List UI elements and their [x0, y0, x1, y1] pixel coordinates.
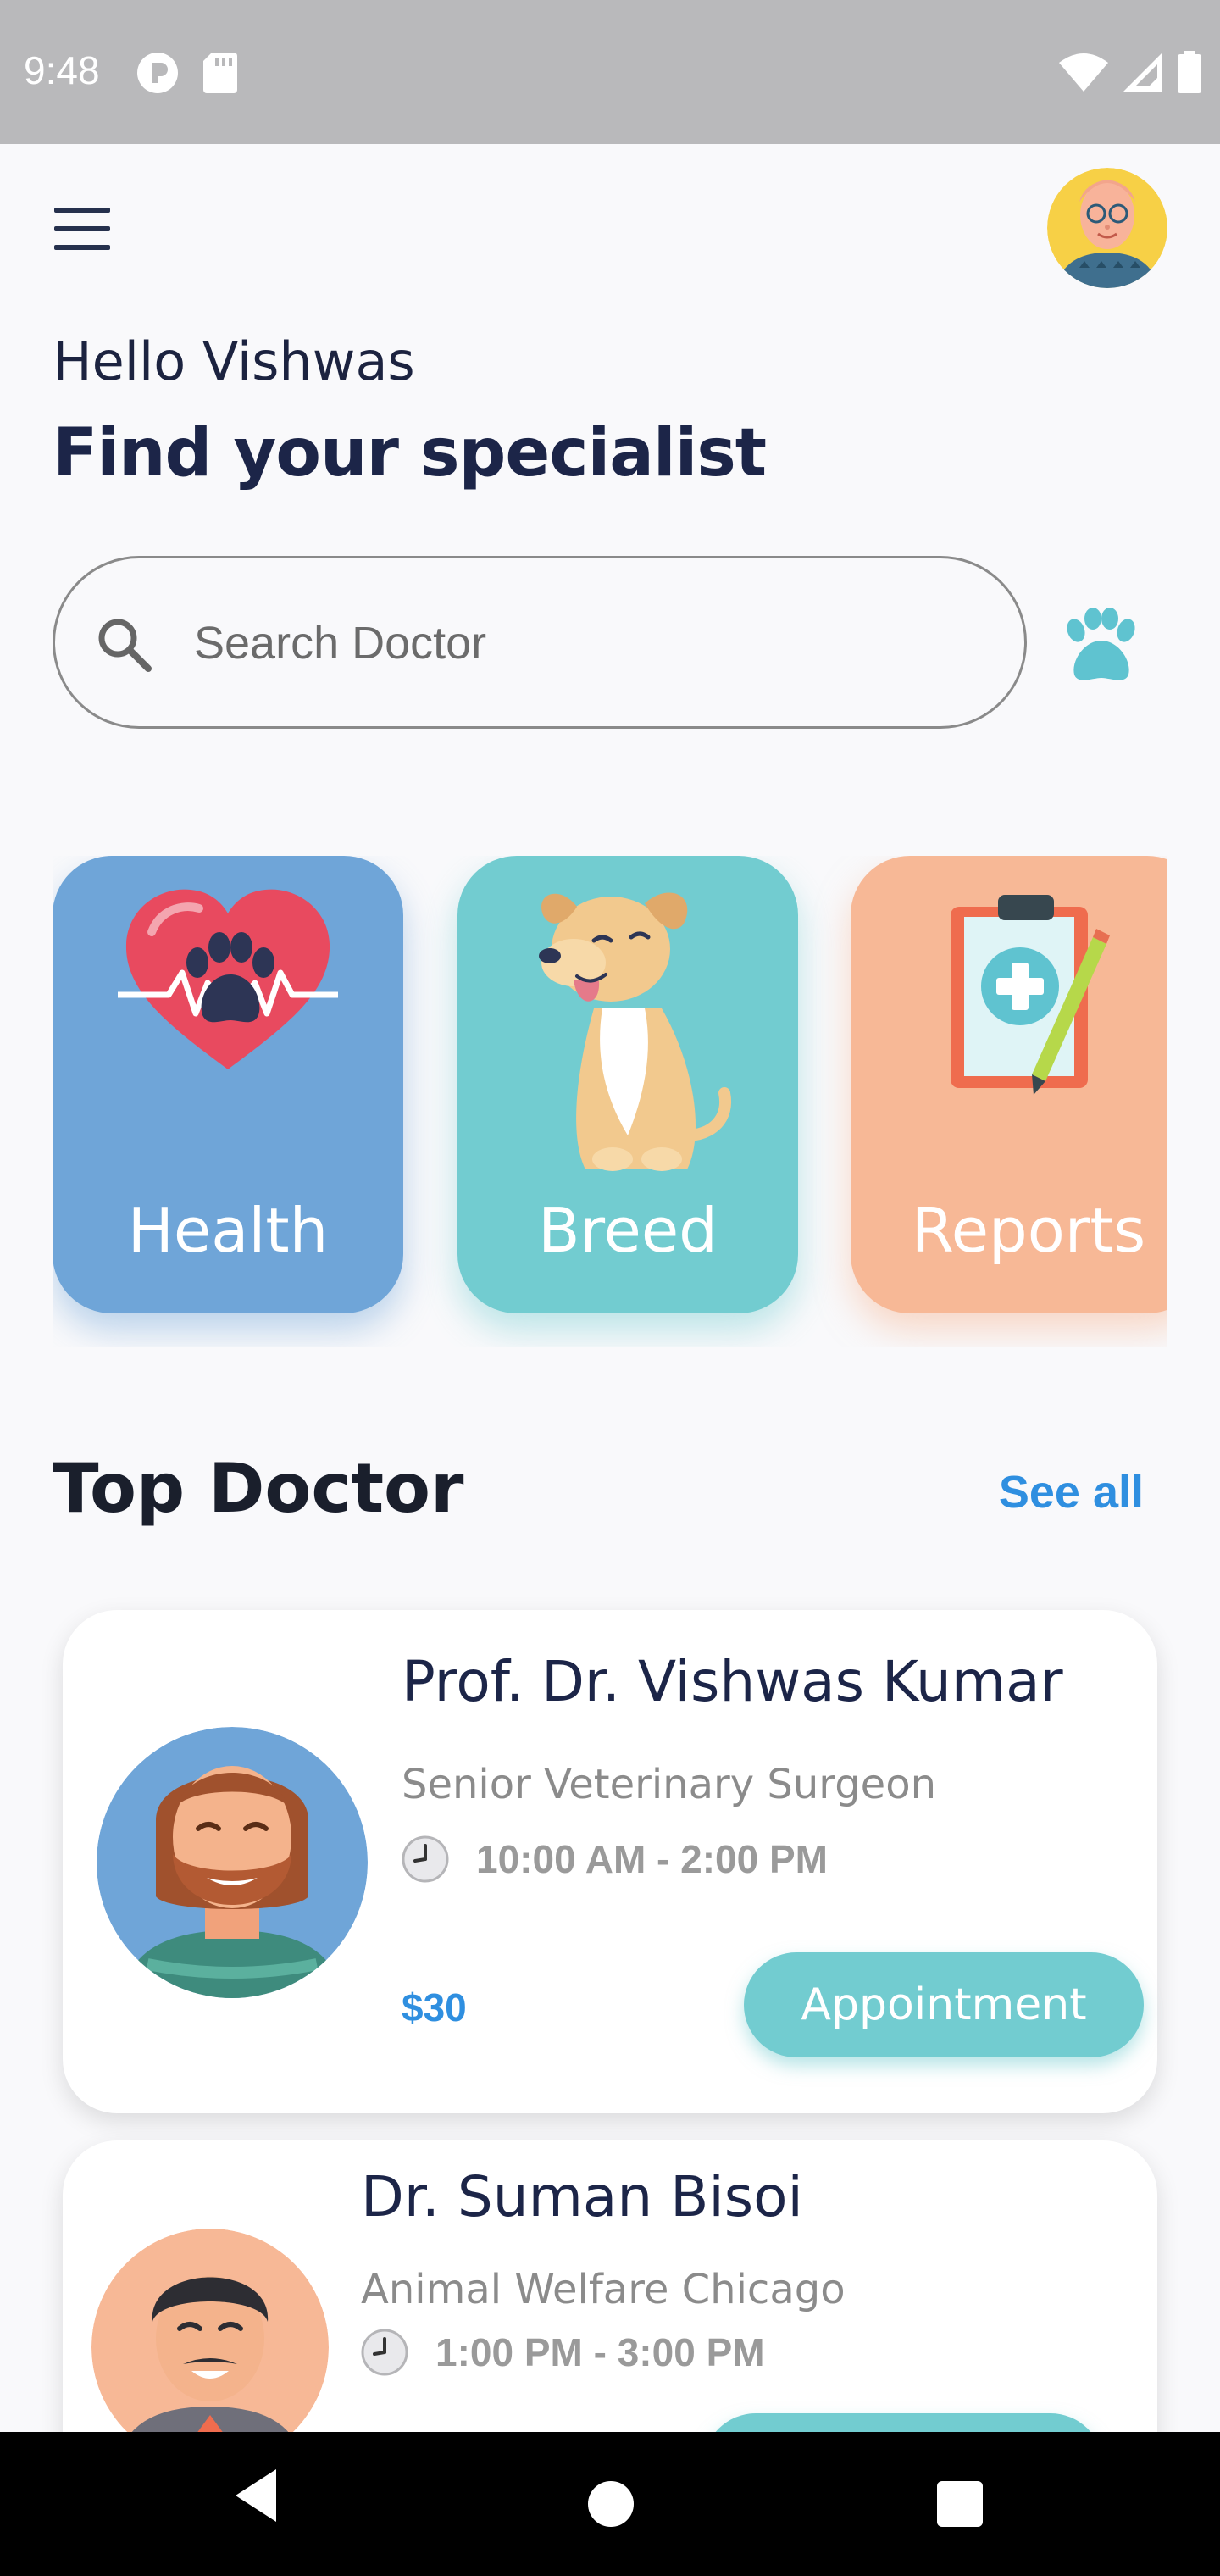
clock-icon	[402, 1835, 449, 1883]
home-circle-icon[interactable]	[588, 2481, 634, 2527]
doctor-hours: 10:00 AM - 2:00 PM	[476, 1837, 828, 1881]
user-avatar[interactable]	[1047, 168, 1167, 288]
doctor-role: Senior Veterinary Surgeon	[402, 1761, 936, 1808]
heart-paw-icon	[118, 889, 338, 1069]
category-label-health: Health	[127, 1195, 329, 1266]
doctor-price: $30	[402, 1985, 467, 2029]
search-box[interactable]	[53, 556, 1027, 729]
category-label-reports: Reports	[911, 1195, 1146, 1266]
battery-icon	[1178, 51, 1201, 93]
greeting-text: Hello Vishwas	[53, 330, 415, 392]
status-time: 9:48	[24, 48, 100, 92]
section-title-top-doctor: Top Doctor	[53, 1449, 464, 1528]
status-bar: 9:48	[0, 0, 1220, 144]
doctor-name: Dr. Suman Bisoi	[361, 2164, 803, 2229]
wifi-icon	[1059, 53, 1108, 92]
doctor-name: Prof. Dr. Vishwas Kumar	[402, 1649, 1063, 1714]
page-title: Find your specialist	[53, 415, 767, 491]
doctor-card[interactable]: Prof. Dr. Vishwas Kumar Senior Veterinar…	[63, 1610, 1157, 2113]
dog-icon	[539, 892, 732, 1171]
data-saver-icon	[137, 53, 178, 93]
appointment-button[interactable]: Appointment	[744, 1952, 1144, 2057]
doctor-role: Animal Welfare Chicago	[361, 2266, 846, 2313]
doctor-avatar	[97, 1727, 368, 1998]
see-all-link[interactable]: See all	[999, 1466, 1144, 1518]
system-nav-bar	[0, 2432, 1220, 2576]
category-card-breed[interactable]: Breed	[458, 856, 798, 1313]
recents-square-icon[interactable]	[937, 2481, 983, 2527]
clock-icon	[361, 2329, 408, 2376]
category-card-reports[interactable]: Reports	[851, 856, 1167, 1313]
category-carousel[interactable]: Health Breed Reports	[53, 856, 1167, 1347]
hamburger-menu-icon[interactable]	[54, 208, 110, 250]
avatar-illustration	[1047, 168, 1167, 288]
clipboard-icon	[951, 895, 1110, 1095]
search-icon	[98, 619, 152, 672]
back-triangle-icon[interactable]	[230, 2466, 281, 2525]
sd-card-icon	[203, 53, 237, 93]
category-label-breed: Breed	[538, 1195, 718, 1266]
search-input[interactable]	[194, 592, 990, 694]
category-card-health[interactable]: Health	[53, 856, 403, 1313]
cell-signal-icon	[1123, 53, 1162, 92]
paw-icon[interactable]	[1059, 608, 1140, 685]
doctor-hours: 1:00 PM - 3:00 PM	[435, 2330, 765, 2374]
doctor-avatar	[92, 2229, 329, 2466]
